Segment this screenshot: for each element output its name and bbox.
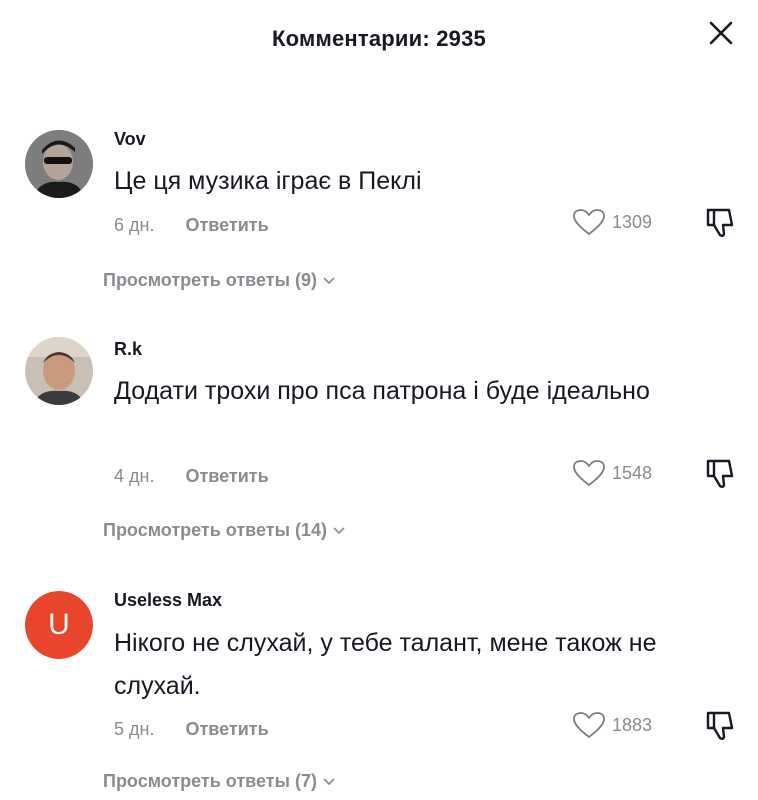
chevron-down-icon [323,276,335,284]
username[interactable]: Vov [114,129,146,150]
reply-button[interactable]: Ответить [185,466,268,486]
avatar-letter: U [25,591,93,659]
username[interactable]: Useless Max [114,590,222,611]
dislike-icon[interactable] [702,457,736,491]
comment-text: Додати трохи про пса патрона і буде ідеа… [114,377,650,405]
view-replies-label: Просмотреть ответы (14) [103,520,327,540]
like-button[interactable]: 1548 [572,459,667,487]
avatar[interactable] [25,337,93,405]
avatar[interactable]: U [25,591,93,659]
heart-icon [573,209,605,235]
comment-time: 6 дн. [114,215,155,235]
close-icon[interactable] [706,18,736,48]
comment-text: Це ця музика іграє в Пеклі [114,167,422,195]
heart-icon [573,460,605,486]
heart-icon [573,712,605,738]
view-replies-button[interactable]: Просмотреть ответы (7) [103,771,335,792]
view-replies-label: Просмотреть ответы (9) [103,270,317,290]
username[interactable]: R.k [114,339,142,360]
view-replies-button[interactable]: Просмотреть ответы (9) [103,270,335,291]
comment-time: 4 дн. [114,466,155,486]
chevron-down-icon [323,777,335,785]
like-count: 1883 [612,714,653,735]
dislike-icon[interactable] [702,206,736,240]
reply-button[interactable]: Ответить [185,719,268,739]
comment-meta: 4 дн. Ответить [114,466,269,487]
comments-count-title: Комментарии: 2935 [272,26,486,51]
comment-time: 5 дн. [114,719,155,739]
like-count: 1548 [612,462,653,483]
dislike-icon[interactable] [702,709,736,743]
like-count: 1309 [612,211,653,232]
chevron-down-icon [333,526,345,534]
reply-button[interactable]: Ответить [185,215,268,235]
comment-meta: 6 дн. Ответить [114,215,269,236]
avatar[interactable] [25,130,93,198]
like-button[interactable]: 1883 [572,711,667,739]
view-replies-button[interactable]: Просмотреть ответы (14) [103,520,345,541]
comments-header: Комментарии: 2935 [0,0,758,90]
comment-text: Нікого не слухай, у тебе талант, мене та… [114,629,657,700]
comment-meta: 5 дн. Ответить [114,719,269,740]
like-button[interactable]: 1309 [572,208,667,236]
view-replies-label: Просмотреть ответы (7) [103,771,317,791]
